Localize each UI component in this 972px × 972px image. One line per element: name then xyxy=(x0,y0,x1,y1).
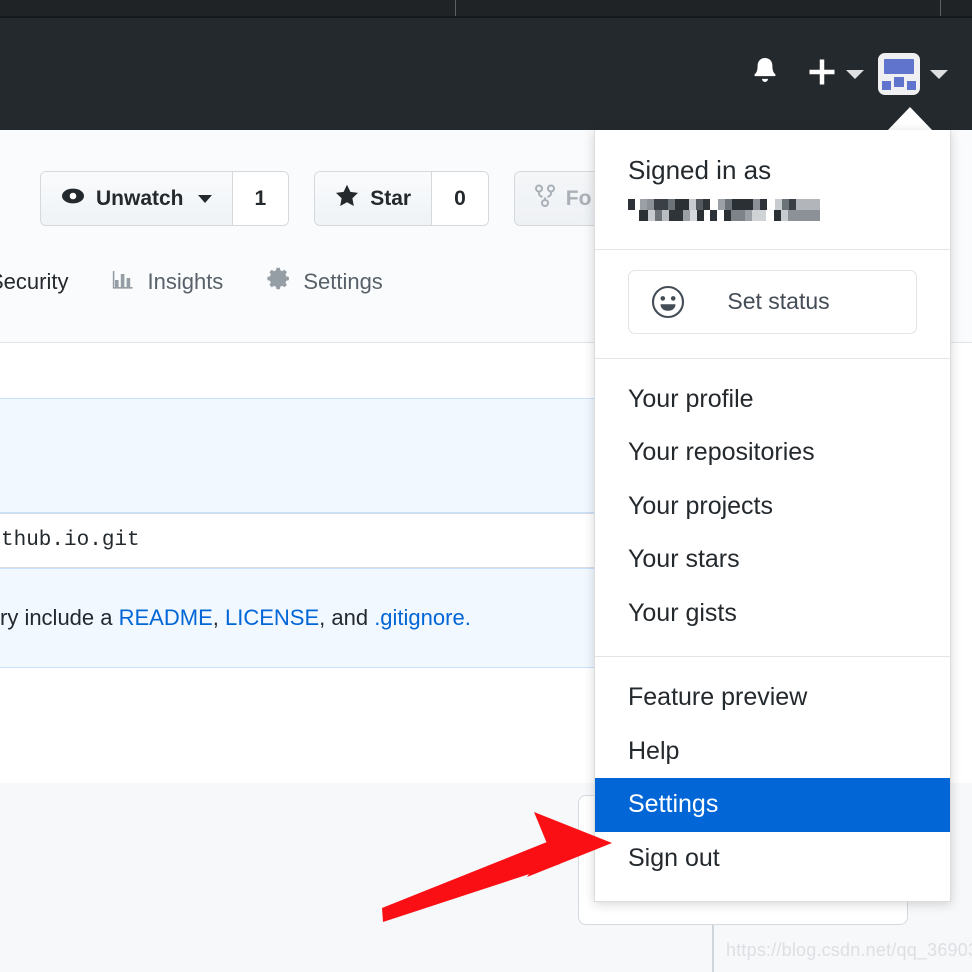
watch-button-group[interactable]: Unwatch 1 xyxy=(40,171,290,226)
hint-prefix: ry include a xyxy=(0,605,119,630)
tab-security[interactable]: Security xyxy=(0,265,68,298)
user-avatar-identicon xyxy=(878,53,920,95)
menu-item-your-profile[interactable]: Your profile xyxy=(595,373,950,427)
set-status-label: Set status xyxy=(727,288,830,314)
menu-item-settings[interactable]: Settings xyxy=(595,778,950,832)
menu-item-help[interactable]: Help xyxy=(595,725,950,779)
unwatch-label: Unwatch xyxy=(96,186,184,210)
create-new-button[interactable] xyxy=(794,18,876,130)
secondary-menu-list: Feature preview Help Settings Sign out xyxy=(595,657,950,901)
clone-url-field[interactable]: thub.io.git xyxy=(0,513,640,568)
screenshot-root: Unwatch 1 Star 0 Fo ecurity Insights Set… xyxy=(0,0,972,972)
readme-link[interactable]: README xyxy=(119,605,213,630)
github-header xyxy=(0,18,972,130)
fork-icon xyxy=(534,184,555,214)
primary-menu-list: Your profile Your repositories Your proj… xyxy=(595,359,950,657)
repo-nav-tabs: Security Insights xyxy=(0,265,383,298)
set-status-button[interactable]: Set status xyxy=(628,269,917,334)
menu-item-your-projects[interactable]: Your projects xyxy=(595,480,950,534)
gitignore-link[interactable]: .gitignore. xyxy=(374,605,471,630)
quick-setup-hint-text: ry include a README, LICENSE, and .gitig… xyxy=(0,605,471,631)
menu-item-your-stars[interactable]: Your stars xyxy=(595,533,950,587)
plus-icon xyxy=(807,57,837,92)
chevron-down-icon xyxy=(197,194,212,203)
star-count[interactable]: 0 xyxy=(431,172,488,225)
eye-icon xyxy=(61,187,85,211)
user-dropdown-menu: Signed in as Set status Your profile You… xyxy=(594,130,951,902)
chevron-down-icon xyxy=(930,69,948,79)
star-button[interactable]: Star xyxy=(315,172,432,225)
menu-item-your-gists[interactable]: Your gists xyxy=(595,587,950,641)
browser-tab-strip xyxy=(0,0,972,18)
unwatch-button[interactable]: Unwatch xyxy=(41,172,232,225)
menu-item-your-repositories[interactable]: Your repositories xyxy=(595,426,950,480)
smiley-icon xyxy=(651,285,685,319)
signed-in-label: Signed in as xyxy=(628,155,772,185)
fork-label: Fo xyxy=(565,186,592,210)
watch-count[interactable]: 1 xyxy=(231,172,289,225)
star-button-group[interactable]: Star 0 xyxy=(314,171,489,226)
license-link[interactable]: LICENSE xyxy=(225,605,319,630)
set-status-section: Set status xyxy=(595,250,950,359)
tab-insights-label: Insights xyxy=(147,268,224,294)
tab-security-label: Security xyxy=(0,268,69,294)
bell-icon xyxy=(750,56,780,93)
signed-in-section: Signed in as xyxy=(595,130,950,250)
hint-sep-1: , xyxy=(212,605,225,630)
footer-divider xyxy=(712,925,714,972)
repo-action-buttons: Unwatch 1 Star 0 Fo xyxy=(40,171,613,226)
dropdown-pointer-arrow xyxy=(886,107,934,132)
tab-insights[interactable]: Insights xyxy=(112,267,223,297)
notifications-button[interactable] xyxy=(736,18,794,130)
clone-url-text: thub.io.git xyxy=(1,529,140,552)
star-icon xyxy=(335,184,359,213)
tab-settings[interactable]: Settings xyxy=(267,266,383,297)
menu-item-feature-preview[interactable]: Feature preview xyxy=(595,671,950,725)
gear-icon xyxy=(267,266,292,297)
graph-icon xyxy=(112,267,136,297)
chevron-down-icon xyxy=(845,69,864,79)
menu-item-sign-out[interactable]: Sign out xyxy=(595,832,950,886)
star-label: Star xyxy=(370,186,412,210)
username-redacted xyxy=(628,198,820,223)
watermark-text: https://blog.csdn.net/qq_36903261 xyxy=(726,940,972,960)
hint-sep-2: , and xyxy=(319,605,375,630)
tab-settings-label: Settings xyxy=(303,268,383,294)
